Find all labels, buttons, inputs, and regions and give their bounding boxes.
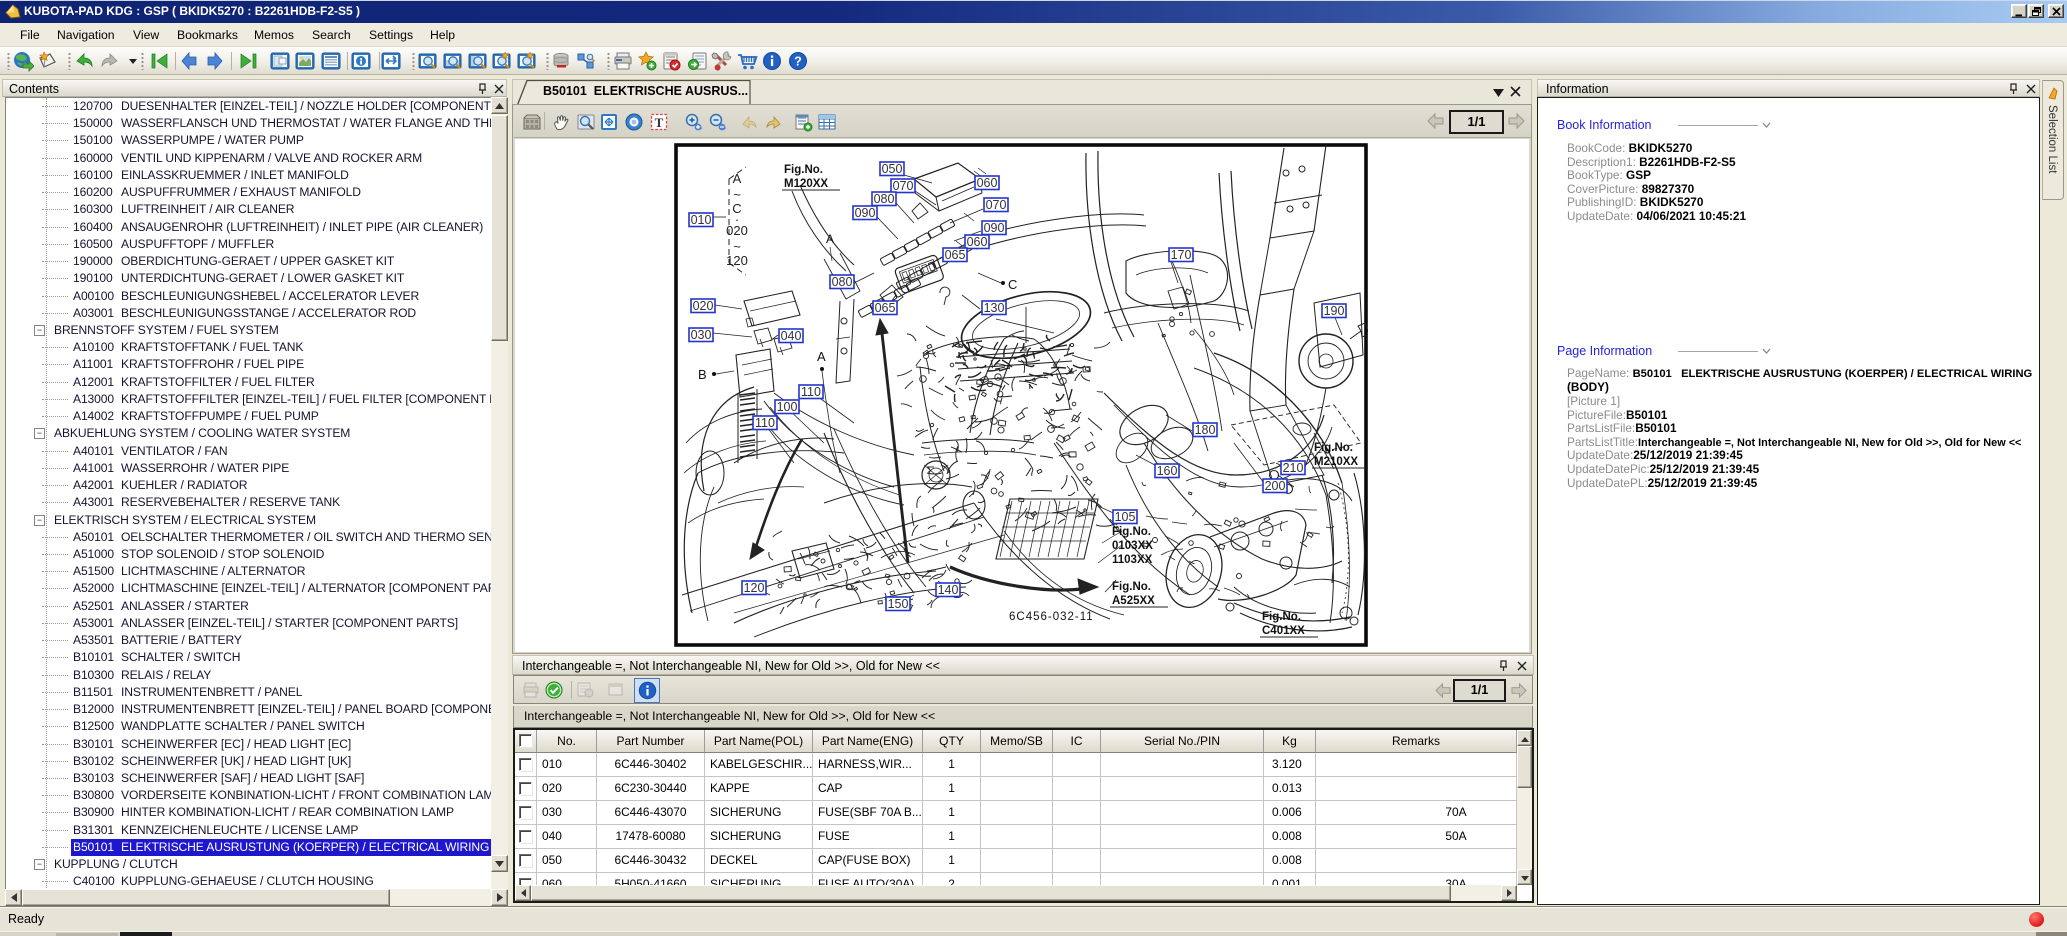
svg-text:1103XX: 1103XX xyxy=(1112,554,1153,566)
svg-text:M210XX: M210XX xyxy=(1314,456,1358,468)
svg-text:C: C xyxy=(1008,277,1017,292)
svg-text:050: 050 xyxy=(882,162,903,176)
svg-text:150: 150 xyxy=(888,597,909,611)
svg-text:Fig.No.: Fig.No. xyxy=(1314,442,1353,454)
svg-text:B: B xyxy=(698,367,707,382)
svg-text:060: 060 xyxy=(967,235,988,249)
svg-text:180: 180 xyxy=(1195,423,1216,437)
svg-text:A525XX: A525XX xyxy=(1112,595,1155,607)
svg-text:Fig.No.: Fig.No. xyxy=(1262,611,1301,623)
svg-text:Fig.No.: Fig.No. xyxy=(784,164,823,176)
svg-text:190: 190 xyxy=(1324,304,1345,318)
svg-text:120: 120 xyxy=(726,253,748,268)
svg-text:210: 210 xyxy=(1283,461,1304,475)
svg-text:6C456-032-11: 6C456-032-11 xyxy=(1009,611,1094,623)
svg-text:170: 170 xyxy=(1171,248,1192,262)
svg-text:010: 010 xyxy=(691,213,712,227)
svg-text:090: 090 xyxy=(984,221,1005,235)
svg-text:110: 110 xyxy=(755,416,775,430)
svg-text:130: 130 xyxy=(984,301,1005,315)
svg-text:070: 070 xyxy=(893,179,914,193)
svg-text:A: A xyxy=(733,171,742,186)
svg-text:065: 065 xyxy=(945,248,966,262)
svg-text:060: 060 xyxy=(977,176,998,190)
svg-text:0103XX: 0103XX xyxy=(1112,540,1153,552)
svg-text:020: 020 xyxy=(693,299,714,313)
svg-text:020: 020 xyxy=(726,223,748,238)
svg-text:090: 090 xyxy=(855,206,876,220)
svg-text:C401XX: C401XX xyxy=(1262,625,1305,637)
svg-text:040: 040 xyxy=(781,329,802,343)
svg-text:080: 080 xyxy=(832,275,853,289)
svg-text:120: 120 xyxy=(744,581,765,595)
svg-text:105: 105 xyxy=(1115,510,1136,524)
svg-text:065: 065 xyxy=(875,301,896,315)
svg-text:~: ~ xyxy=(733,239,741,254)
svg-text:~: ~ xyxy=(733,187,741,202)
svg-text:Fig.No.: Fig.No. xyxy=(1112,526,1151,538)
svg-text:M120XX: M120XX xyxy=(784,178,828,190)
svg-text:140: 140 xyxy=(938,583,959,597)
svg-text:A: A xyxy=(817,349,826,364)
svg-text:110: 110 xyxy=(801,385,821,399)
svg-text:160: 160 xyxy=(1157,464,1178,478)
svg-text:200: 200 xyxy=(1265,479,1286,493)
svg-text:T: T xyxy=(655,115,664,130)
svg-text:A: A xyxy=(826,232,834,246)
svg-text:Fig.No.: Fig.No. xyxy=(1112,581,1151,593)
svg-text:080: 080 xyxy=(874,192,895,206)
svg-text:?: ? xyxy=(794,54,802,68)
svg-text:070: 070 xyxy=(986,198,1007,212)
svg-text:030: 030 xyxy=(691,328,712,342)
svg-text:100: 100 xyxy=(777,400,798,414)
